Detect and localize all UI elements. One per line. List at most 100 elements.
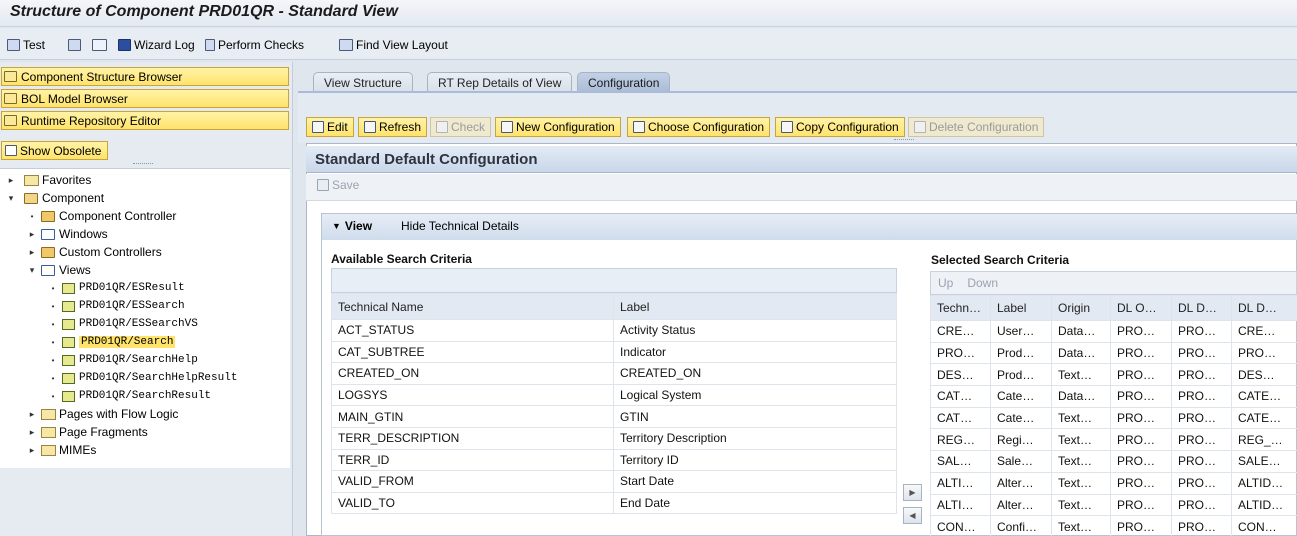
resize-grip[interactable]: [894, 139, 914, 142]
expand-icon[interactable]: ▸: [27, 247, 37, 258]
column-header[interactable]: Technical Name: [331, 293, 614, 320]
table-row[interactable]: REG… Regi… Text… PRO… PRO… REG_…: [930, 428, 1297, 452]
column-header[interactable]: DL O…: [1110, 295, 1172, 321]
tree-node-view[interactable]: • PRD01QR/ESSearchVS: [48, 315, 198, 333]
table-row[interactable]: CREATED_ON CREATED_ON: [331, 362, 897, 385]
up-button[interactable]: Up: [938, 276, 953, 290]
find-view-layout-button[interactable]: Find View Layout: [339, 36, 448, 54]
tab-configuration[interactable]: Configuration: [577, 72, 671, 93]
edit-button[interactable]: Edit: [306, 117, 354, 137]
move-right-button[interactable]: ▶: [903, 484, 922, 501]
view-toggle[interactable]: ▼ View: [332, 219, 372, 233]
component-structure-browser-button[interactable]: Component Structure Browser: [1, 67, 289, 86]
tree-node-component-controller[interactable]: • Component Controller: [27, 207, 177, 225]
technical-name-cell: ACT_STATUS: [331, 319, 614, 342]
move-left-button[interactable]: ◀: [903, 507, 922, 524]
expand-icon[interactable]: ▸: [27, 445, 37, 456]
tree-node-label: PRD01QR/ESSearch: [79, 300, 185, 312]
cell: Text…: [1051, 515, 1111, 536]
tab-view-structure[interactable]: View Structure: [313, 72, 413, 93]
wizard-log-button[interactable]: Wizard Log: [118, 36, 195, 54]
column-header[interactable]: DL D…: [1231, 295, 1297, 321]
folder-icon: [24, 174, 39, 186]
collapse-icon[interactable]: ▾: [6, 193, 16, 204]
delete-configuration-label: Delete Configuration: [929, 120, 1039, 134]
table-row[interactable]: CON… Confi… Text… PRO… PRO… CON…: [930, 515, 1297, 536]
layout-button[interactable]: [68, 36, 81, 54]
table-row[interactable]: ACT_STATUS Activity Status: [331, 319, 897, 342]
cell: ALTI…: [930, 471, 991, 495]
expand-icon[interactable]: ▸: [27, 229, 37, 240]
configuration-toolbar: Edit Refresh Check New Configuration Cho…: [298, 93, 1297, 143]
tree-node-views[interactable]: ▾ Views: [27, 261, 91, 279]
tree-node-windows[interactable]: ▸ Windows: [27, 225, 108, 243]
tree-node-view[interactable]: • PRD01QR/ESSearch: [48, 297, 185, 315]
window-title: Structure of Component PRD01QR - Standar…: [10, 3, 398, 20]
choose-configuration-button[interactable]: Choose Configuration: [627, 117, 771, 137]
test-button[interactable]: Test: [7, 36, 45, 54]
navigate-button[interactable]: [92, 36, 107, 54]
column-header[interactable]: Label: [613, 293, 897, 320]
tree-node-custom-controllers[interactable]: ▸ Custom Controllers: [27, 243, 162, 261]
tree-node-mimes[interactable]: ▸ MIMEs: [27, 441, 97, 459]
tree-node-label: MIMEs: [59, 443, 97, 457]
table-row[interactable]: TERR_DESCRIPTION Territory Description: [331, 426, 897, 450]
cell: PRO…: [1110, 515, 1172, 536]
copy-configuration-button[interactable]: Copy Configuration: [775, 117, 905, 137]
binoculars-icon: [339, 39, 353, 51]
hide-technical-details-link[interactable]: Hide Technical Details: [401, 219, 519, 233]
tree-node-label: Component Controller: [59, 209, 177, 223]
tree-node-pages-with-flow-logic[interactable]: ▸ Pages with Flow Logic: [27, 405, 179, 423]
perform-checks-button[interactable]: Perform Checks: [205, 36, 304, 54]
table-row[interactable]: TERR_ID Territory ID: [331, 448, 897, 472]
pencil-icon: [312, 121, 324, 133]
table-row[interactable]: VALID_FROM Start Date: [331, 470, 897, 493]
hierarchy-icon: [92, 39, 107, 51]
table-row[interactable]: VALID_TO End Date: [331, 491, 897, 515]
tree-node-view[interactable]: • PRD01QR/SearchResult: [48, 387, 211, 405]
column-header[interactable]: Origin: [1051, 295, 1111, 321]
save-button[interactable]: Save: [317, 178, 359, 192]
table-row[interactable]: CRE… User… Data… PRO… PRO… CRE…: [930, 320, 1297, 343]
show-obsolete-button[interactable]: Show Obsolete: [1, 141, 109, 160]
table-row[interactable]: MAIN_GTIN GTIN: [331, 405, 897, 428]
expand-icon[interactable]: ▸: [6, 175, 16, 186]
table-row[interactable]: SAL… Sale… Text… PRO… PRO… SALE…: [930, 450, 1297, 473]
new-configuration-button[interactable]: New Configuration: [495, 117, 621, 137]
table-row[interactable]: PRO… Prod… Data… PRO… PRO… PRO…: [930, 341, 1297, 365]
refresh-button[interactable]: Refresh: [358, 117, 428, 137]
delete-configuration-button[interactable]: Delete Configuration: [908, 117, 1045, 137]
table-row[interactable]: CAT_SUBTREE Indicator: [331, 340, 897, 364]
expand-icon[interactable]: ▸: [27, 409, 37, 420]
down-button[interactable]: Down: [967, 276, 998, 290]
tree-node-favorites[interactable]: ▸ Favorites: [6, 171, 92, 189]
perform-checks-label: Perform Checks: [218, 38, 305, 52]
cell: Data…: [1051, 341, 1111, 365]
table-row[interactable]: LOGSYS Logical System: [331, 383, 897, 407]
table-row[interactable]: ALTI… Alter… Text… PRO… PRO… ALTID…: [930, 471, 1297, 495]
tree-node-component[interactable]: ▾ Component: [6, 189, 104, 207]
runtime-repository-editor-button[interactable]: Runtime Repository Editor: [1, 111, 289, 130]
tree-node-view[interactable]: • PRD01QR/SearchHelp: [48, 351, 198, 369]
tree-node-view-selected[interactable]: • PRD01QR/Search: [48, 333, 176, 351]
cell: Text…: [1051, 450, 1111, 473]
expand-icon[interactable]: ▸: [27, 427, 37, 438]
save-bar: Save: [306, 174, 1297, 201]
collapse-icon[interactable]: ▾: [27, 265, 37, 276]
tree-node-view[interactable]: • PRD01QR/ESResult: [48, 279, 185, 297]
table-row[interactable]: ALTI… Alter… Text… PRO… PRO… ALTID…: [930, 493, 1297, 517]
tree-node-page-fragments[interactable]: ▸ Page Fragments: [27, 423, 148, 441]
table-row[interactable]: CAT… Cate… Data… PRO… PRO… CATE…: [930, 385, 1297, 408]
column-header[interactable]: Label: [990, 295, 1052, 321]
column-header[interactable]: DL D…: [1171, 295, 1232, 321]
tab-rt-rep-details[interactable]: RT Rep Details of View: [427, 72, 573, 93]
table-row[interactable]: DES… Prod… Text… PRO… PRO… DES…: [930, 363, 1297, 387]
check-button[interactable]: Check: [430, 117, 492, 137]
bullet-icon: •: [51, 283, 55, 293]
view-icon: [62, 318, 75, 330]
table-row[interactable]: CAT… Cate… Text… PRO… PRO… CATE…: [930, 406, 1297, 430]
bol-model-browser-button[interactable]: BOL Model Browser: [1, 89, 289, 108]
resize-grip[interactable]: [133, 163, 153, 166]
tree-node-view[interactable]: • PRD01QR/SearchHelpResult: [48, 369, 238, 387]
column-header[interactable]: Techn…: [930, 295, 991, 321]
